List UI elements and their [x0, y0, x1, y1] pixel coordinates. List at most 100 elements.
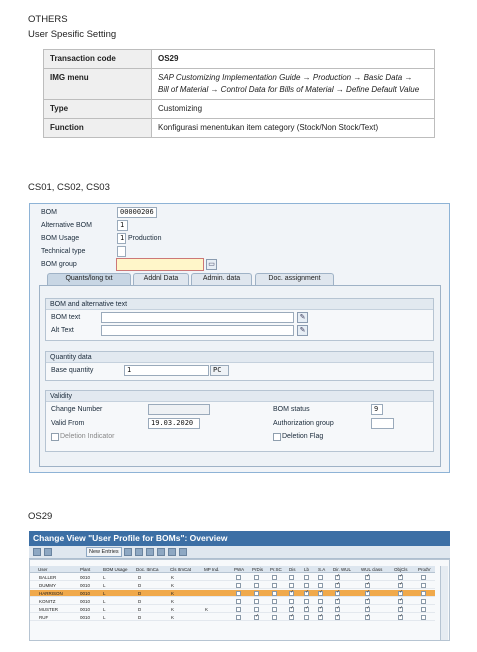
cell-usage[interactable]: L [103, 598, 106, 605]
cell-mp[interactable]: K [205, 606, 208, 613]
row-checkbox[interactable] [289, 605, 294, 612]
cell-plant[interactable]: 0010 [80, 590, 90, 597]
row-checkbox[interactable] [335, 589, 340, 596]
row-checkbox[interactable] [365, 589, 370, 596]
table-row[interactable]: BALLER 0010 L D K [30, 573, 435, 581]
row-checkbox[interactable] [421, 615, 426, 620]
bom-text-edit-icon[interactable]: ✎ [297, 312, 308, 323]
cell-cls[interactable]: K [171, 582, 174, 589]
row-checkbox[interactable] [254, 591, 259, 596]
row-checkbox[interactable] [398, 605, 403, 612]
bom-status-field[interactable]: 9 [371, 404, 383, 415]
row-checkbox[interactable] [236, 599, 241, 604]
row-checkbox[interactable] [318, 599, 323, 604]
cell-cls[interactable]: K [171, 614, 174, 621]
alt-text-edit-icon[interactable]: ✎ [297, 325, 308, 336]
row-checkbox[interactable] [365, 581, 370, 588]
row-checkbox[interactable] [236, 575, 241, 580]
row-checkbox[interactable] [335, 613, 340, 620]
new-entries-button[interactable]: New Entries [86, 547, 122, 557]
row-checkbox[interactable] [318, 583, 323, 588]
row-checkbox[interactable] [236, 583, 241, 588]
row-checkbox[interactable] [236, 615, 241, 620]
bom-group-matchcode-icon[interactable]: ▭ [206, 259, 217, 270]
row-checkbox[interactable] [289, 613, 294, 620]
select-all-icon[interactable] [157, 548, 165, 556]
row-checkbox[interactable] [335, 581, 340, 588]
row-checkbox[interactable] [421, 599, 426, 604]
table-row[interactable]: KONITZ 0010 L D K [30, 597, 435, 605]
bom-usage-field[interactable]: 1 [117, 233, 126, 244]
cell-user[interactable]: MUSTER [39, 606, 58, 613]
display-change-icon[interactable] [33, 548, 41, 556]
cell-doc[interactable]: D [138, 574, 141, 581]
bom-field[interactable]: 00000206 [117, 207, 157, 218]
row-checkbox[interactable] [398, 589, 403, 596]
cell-plant[interactable]: 0010 [80, 614, 90, 621]
cell-usage[interactable]: L [103, 590, 106, 597]
row-checkbox[interactable] [254, 575, 259, 580]
row-checkbox[interactable] [398, 597, 403, 604]
row-checkbox[interactable] [318, 605, 323, 612]
copy-icon[interactable] [124, 548, 132, 556]
cell-usage[interactable]: L [103, 574, 106, 581]
change-number-field[interactable] [148, 404, 210, 415]
row-checkbox[interactable] [272, 599, 277, 604]
cell-doc[interactable]: D [138, 614, 141, 621]
tab-quants-long-txt[interactable]: Quants/long txt [47, 273, 131, 285]
row-checkbox[interactable] [421, 591, 426, 596]
row-checkbox[interactable] [365, 605, 370, 612]
delete-icon[interactable] [135, 548, 143, 556]
row-checkbox[interactable] [421, 607, 426, 612]
row-checkbox[interactable] [398, 613, 403, 620]
check-icon[interactable] [44, 548, 52, 556]
deselect-all-icon[interactable] [179, 548, 187, 556]
row-checkbox[interactable] [236, 591, 241, 596]
cell-doc[interactable]: D [138, 582, 141, 589]
row-checkbox[interactable] [289, 589, 294, 596]
row-checkbox[interactable] [304, 599, 309, 604]
row-checkbox[interactable] [272, 575, 277, 580]
row-checkbox[interactable] [365, 597, 370, 604]
row-checkbox[interactable] [318, 575, 323, 580]
tab-admin-data[interactable]: Admin. data [191, 273, 252, 285]
row-checkbox[interactable] [254, 607, 259, 612]
deletion-flag-checkbox[interactable] [273, 433, 281, 441]
row-checkbox[interactable] [272, 607, 277, 612]
vertical-scrollbar[interactable] [440, 566, 448, 640]
cell-usage[interactable]: L [103, 606, 106, 613]
row-checkbox[interactable] [254, 613, 259, 620]
base-quantity-field[interactable]: 1 [124, 365, 209, 376]
cell-doc[interactable]: D [138, 598, 141, 605]
row-checkbox[interactable] [318, 589, 323, 596]
row-checkbox[interactable] [304, 575, 309, 580]
row-checkbox[interactable] [318, 613, 323, 620]
row-checkbox[interactable] [304, 605, 309, 612]
row-checkbox[interactable] [272, 591, 277, 596]
row-checkbox[interactable] [335, 573, 340, 580]
row-checkbox[interactable] [254, 583, 259, 588]
cell-user[interactable]: BALLER [39, 574, 56, 581]
row-checkbox[interactable] [289, 575, 294, 580]
cell-user[interactable]: KONITZ [39, 598, 56, 605]
table-row[interactable]: MUSTER 0010 L D K K [30, 605, 435, 613]
bom-text-field[interactable] [101, 312, 294, 323]
alt-bom-field[interactable]: 1 [117, 220, 128, 231]
authorization-group-field[interactable] [371, 418, 394, 429]
cell-plant[interactable]: 0010 [80, 606, 90, 613]
cell-doc[interactable]: D [138, 590, 141, 597]
cell-cls[interactable]: K [171, 606, 174, 613]
cell-user[interactable]: RUF [39, 614, 48, 621]
row-checkbox[interactable] [272, 583, 277, 588]
select-block-icon[interactable] [168, 548, 176, 556]
tab-doc-assignment[interactable]: Doc. assignment [255, 273, 334, 285]
alt-text-field[interactable] [101, 325, 294, 336]
row-checkbox[interactable] [304, 589, 309, 596]
cell-plant[interactable]: 0010 [80, 598, 90, 605]
cell-cls[interactable]: K [171, 598, 174, 605]
cell-plant[interactable]: 0010 [80, 582, 90, 589]
row-checkbox[interactable] [421, 583, 426, 588]
cell-cls[interactable]: K [171, 574, 174, 581]
cell-plant[interactable]: 0010 [80, 574, 90, 581]
undo-icon[interactable] [146, 548, 154, 556]
